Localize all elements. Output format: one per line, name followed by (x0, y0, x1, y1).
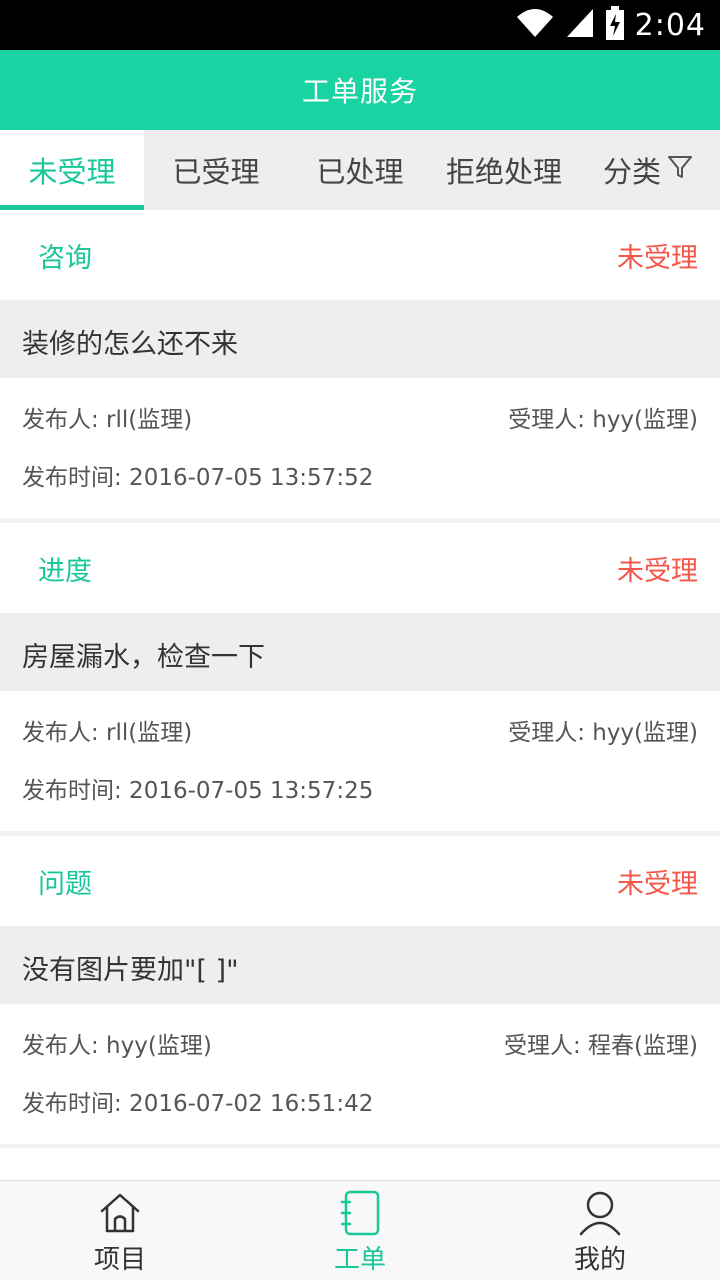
ticket-header: 咨询 未受理 (0, 210, 720, 300)
tab-label: 分类 (602, 155, 661, 189)
tab-category-filter[interactable]: 分类 (576, 130, 720, 210)
status-time: 2:04 (634, 7, 706, 43)
ticket-title-row: 装修的怎么还不来 (0, 300, 720, 378)
nav-item-mine[interactable]: 我的 (480, 1181, 720, 1280)
status-bar: 2:04 (0, 0, 720, 50)
ticket-title: 装修的怎么还不来 (22, 329, 238, 360)
ticket-title-row: 没有图片要加"[ ]" (0, 926, 720, 1004)
ticket-category: 进度 (38, 556, 92, 587)
ticket-card-partial[interactable] (0, 1148, 720, 1180)
nav-item-tickets[interactable]: 工单 (240, 1181, 480, 1280)
wifi-icon (515, 7, 555, 43)
ticket-header: 进度 未受理 (0, 523, 720, 613)
tab-label: 未受理 (28, 155, 116, 189)
ticket-handler: 受理人: 程春(监理) (503, 1033, 698, 1059)
tab-label: 已处理 (316, 155, 404, 189)
tab-unaccepted[interactable]: 未受理 (0, 130, 144, 210)
tab-rejected[interactable]: 拒绝处理 (432, 130, 576, 210)
page-title: 工单服务 (301, 75, 418, 108)
ticket-list: 咨询 未受理 装修的怎么还不来 发布人: rll(监理) 受理人: hyy(监理… (0, 210, 720, 1180)
tab-label: 拒绝处理 (445, 155, 562, 189)
ticket-time: 发布时间: 2016-07-05 13:57:52 (22, 465, 374, 491)
ticket-publisher: 发布人: rll(监理) (22, 720, 193, 746)
ticket-status: 未受理 (617, 869, 698, 900)
ticket-title-row: 房屋漏水，检查一下 (0, 613, 720, 691)
ticket-time: 发布时间: 2016-07-02 16:51:42 (22, 1091, 374, 1117)
ticket-publisher: 发布人: rll(监理) (22, 407, 193, 433)
ticket-header: 问题 未受理 (0, 836, 720, 926)
ticket-handler: 受理人: hyy(监理) (508, 720, 698, 746)
filter-icon (667, 153, 693, 187)
ticket-category: 咨询 (38, 243, 92, 274)
ticket-category: 问题 (38, 869, 92, 900)
ticket-title: 没有图片要加"[ ]" (22, 955, 239, 986)
battery-charging-icon (605, 6, 625, 44)
ticket-card[interactable]: 进度 未受理 房屋漏水，检查一下 发布人: rll(监理) 受理人: hyy(监… (0, 523, 720, 831)
ticket-status: 未受理 (617, 243, 698, 274)
status-icons: 2:04 (515, 0, 706, 50)
user-icon (576, 1189, 624, 1237)
tab-label: 已受理 (172, 155, 260, 189)
nav-item-projects[interactable]: 项目 (0, 1181, 240, 1280)
ticket-publisher: 发布人: hyy(监理) (22, 1033, 212, 1059)
ticket-card[interactable]: 咨询 未受理 装修的怎么还不来 发布人: rll(监理) 受理人: hyy(监理… (0, 210, 720, 518)
ticket-handler: 受理人: hyy(监理) (508, 407, 698, 433)
app-header: 工单服务 (0, 50, 720, 130)
nav-label: 工单 (333, 1245, 386, 1275)
home-icon (96, 1189, 144, 1237)
cell-signal-icon (565, 7, 595, 43)
tab-processed[interactable]: 已处理 (288, 130, 432, 210)
nav-label: 项目 (93, 1245, 146, 1275)
tab-bar: 未受理 已受理 已处理 拒绝处理 分类 (0, 130, 720, 210)
ticket-card[interactable]: 问题 未受理 没有图片要加"[ ]" 发布人: hyy(监理) 受理人: 程春(… (0, 836, 720, 1144)
nav-label: 我的 (573, 1245, 626, 1275)
ticket-time: 发布时间: 2016-07-05 13:57:25 (22, 778, 374, 804)
bottom-nav: 项目 工单 我的 (0, 1180, 720, 1280)
ticket-status: 未受理 (617, 556, 698, 587)
notebook-icon (336, 1189, 384, 1237)
ticket-title: 房屋漏水，检查一下 (22, 642, 265, 673)
tab-accepted[interactable]: 已受理 (144, 130, 288, 210)
